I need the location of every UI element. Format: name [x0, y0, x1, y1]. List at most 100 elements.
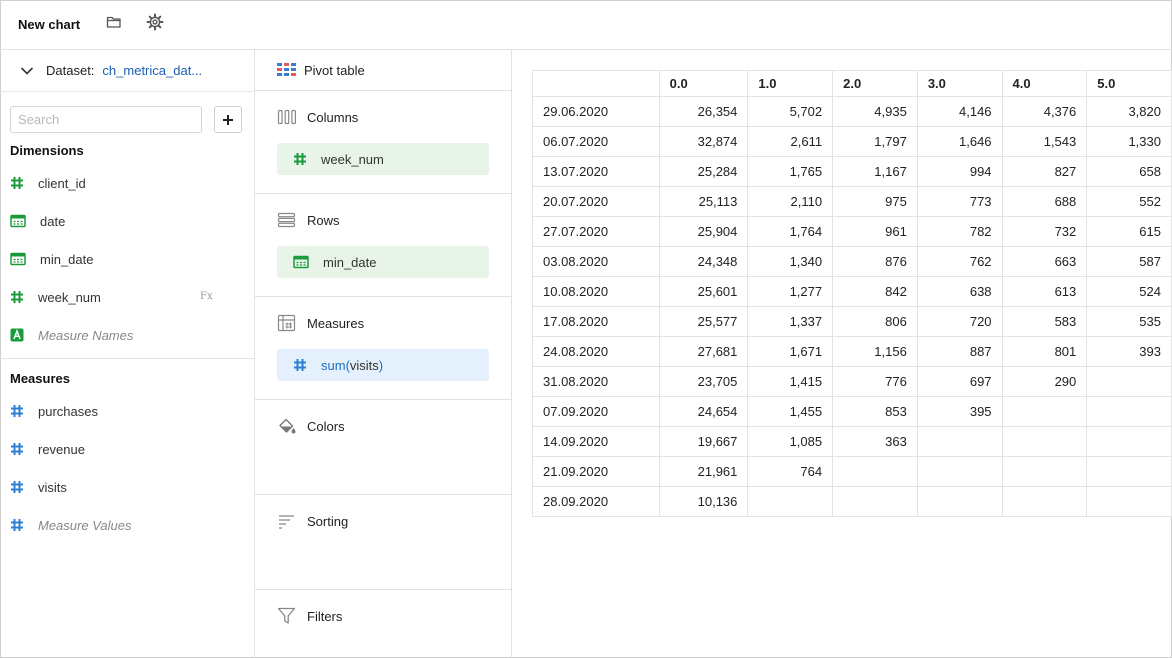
- filters-section[interactable]: Filters: [255, 590, 511, 645]
- dimension-item-measure-names[interactable]: Measure Names: [0, 316, 254, 354]
- pivot-cell: 290: [1001, 366, 1088, 397]
- pivot-cell: 688: [1001, 186, 1088, 217]
- pivot-cell: [916, 486, 1003, 517]
- dimension-item-date[interactable]: date: [0, 202, 254, 240]
- pivot-column-header: 4.0: [1001, 70, 1088, 97]
- table-row: 29.06.2020 26,354 5,702 4,935 4,146 4,376 3,82…: [532, 96, 1172, 127]
- table-row: 13.07.2020 25,284 1,765 1,167 994 827 658: [532, 156, 1172, 187]
- dimension-item-client-id[interactable]: client_id: [0, 164, 254, 202]
- pivot-cell: 25,577: [658, 306, 749, 337]
- chart-title: New chart: [18, 17, 81, 32]
- visualization-type-label: Pivot table: [304, 62, 365, 78]
- pivot-cell: [747, 486, 834, 517]
- pivot-cell: 552: [1086, 186, 1172, 217]
- pivot-cell: 1,167: [832, 156, 918, 187]
- pivot-cell: 806: [832, 306, 918, 337]
- folder-icon[interactable]: [104, 12, 124, 32]
- search-input[interactable]: [10, 106, 202, 133]
- pivot-cell: 876: [832, 246, 918, 277]
- table-row: 07.09.2020 24,654 1,455 853 395: [532, 396, 1172, 427]
- table-row: 06.07.2020 32,874 2,611 1,797 1,646 1,543 1,33…: [532, 126, 1172, 157]
- dataset-name[interactable]: ch_metrica_dat...: [102, 63, 202, 78]
- pivot-table: 0.0 1.0 2.0 3.0 4.0 5.0 29.06.2020 26,354 5,702…: [532, 70, 1172, 517]
- pivot-cell: [1001, 486, 1088, 517]
- gear-icon[interactable]: [145, 12, 165, 32]
- measure-item-purchases[interactable]: purchases: [0, 392, 254, 430]
- pivot-row-header: 31.08.2020: [532, 366, 660, 397]
- sorting-header: Sorting: [255, 495, 511, 547]
- pivot-row-header: 06.07.2020: [532, 126, 660, 157]
- dataset-selector[interactable]: Dataset: ch_metrica_dat...: [0, 50, 254, 92]
- pivot-cell: 24,654: [658, 396, 749, 427]
- pivot-cell: 801: [1001, 336, 1088, 367]
- top-bar: New chart: [0, 0, 1172, 50]
- sorting-title: Sorting: [307, 513, 349, 529]
- pivot-cell: 827: [1001, 156, 1088, 187]
- pivot-cell: 1,764: [747, 216, 834, 247]
- measure-item-revenue[interactable]: revenue: [0, 430, 254, 468]
- add-field-button[interactable]: [214, 106, 242, 133]
- paint-bucket-icon: [279, 418, 296, 434]
- pivot-cell: 853: [832, 396, 918, 427]
- calendar-icon: [293, 255, 309, 269]
- measures-title: Measures: [10, 371, 70, 386]
- chip-label: sum(visits): [321, 358, 383, 373]
- pivot-cell: 1,337: [747, 306, 834, 337]
- aggregation-function: sum: [321, 357, 346, 373]
- pivot-cell: 10,136: [658, 486, 749, 517]
- measure-item-visits[interactable]: visits: [0, 468, 254, 506]
- pivot-cell: [1086, 396, 1172, 427]
- columns-field-chip[interactable]: week_num: [277, 143, 489, 175]
- dimension-item-min-date[interactable]: min_date: [0, 240, 254, 278]
- pivot-cell: 1,330: [1086, 126, 1172, 157]
- table-row: 24.08.2020 27,681 1,671 1,156 887 801 393: [532, 336, 1172, 367]
- pivot-cell: 2,110: [747, 186, 834, 217]
- hash-icon: [11, 481, 23, 493]
- pivot-cell: 1,340: [747, 246, 834, 277]
- pivot-cell: [1086, 486, 1172, 517]
- pivot-column-header: 1.0: [747, 70, 834, 97]
- pivot-cell: 1,415: [747, 366, 834, 397]
- table-row: 17.08.2020 25,577 1,337 806 720 583 535: [532, 306, 1172, 337]
- text-a-icon: [10, 328, 24, 342]
- pivot-cell: 5,702: [747, 96, 834, 127]
- measure-item-measure-values[interactable]: Measure Values: [0, 506, 254, 544]
- pivot-cell: [1001, 456, 1088, 487]
- plus-icon: [223, 114, 233, 125]
- sorting-section[interactable]: Sorting: [255, 495, 511, 590]
- pivot-row-header: 24.08.2020: [532, 336, 660, 367]
- columns-icon: [277, 109, 296, 125]
- sort-icon: [279, 515, 294, 529]
- chip-label: week_num: [321, 151, 384, 167]
- pivot-corner-cell: [532, 70, 660, 97]
- rows-field-chip[interactable]: min_date: [277, 246, 489, 278]
- pivot-row-header: 27.07.2020: [532, 216, 660, 247]
- pivot-cell: 25,284: [658, 156, 749, 187]
- pivot-cell: 762: [916, 246, 1003, 277]
- pivot-cell: 3,820: [1086, 96, 1172, 127]
- pivot-cell: 1,455: [747, 396, 834, 427]
- pivot-cell: 23,705: [658, 366, 749, 397]
- pivot-cell: 25,601: [658, 276, 749, 307]
- pivot-cell: [832, 456, 918, 487]
- colors-section[interactable]: Colors: [255, 400, 511, 495]
- rows-title: Rows: [307, 212, 340, 228]
- hash-icon: [294, 153, 306, 165]
- dimension-item-week-num[interactable]: week_num Fx: [0, 278, 254, 316]
- pivot-cell: 583: [1001, 306, 1088, 337]
- measures-field-chip[interactable]: sum(visits): [277, 349, 489, 381]
- pivot-row-header: 28.09.2020: [532, 486, 660, 517]
- pivot-row-header: 07.09.2020: [532, 396, 660, 427]
- pivot-cell: 658: [1086, 156, 1172, 187]
- pivot-cell: [916, 426, 1003, 457]
- pivot-cell: 975: [832, 186, 918, 217]
- hash-icon: [11, 519, 23, 531]
- calendar-icon: [10, 252, 26, 266]
- pivot-table-icon: [277, 63, 296, 76]
- visualization-type-selector[interactable]: Pivot table: [255, 50, 511, 91]
- pivot-cell: 842: [832, 276, 918, 307]
- pivot-column-header: 0.0: [658, 70, 749, 97]
- pivot-row-header: 14.09.2020: [532, 426, 660, 457]
- field-label: purchases: [38, 403, 98, 419]
- pivot-cell: 24,348: [658, 246, 749, 277]
